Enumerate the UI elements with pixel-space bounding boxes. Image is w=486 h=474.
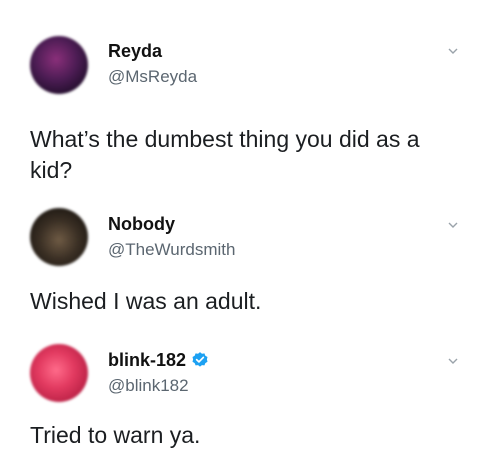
display-name-row: blink-182 [108, 350, 209, 371]
verified-badge-icon [192, 352, 208, 367]
avatar[interactable] [30, 344, 88, 402]
tweet-text: Tried to warn ya. [30, 422, 201, 448]
display-name[interactable]: blink-182 [108, 350, 186, 370]
handle[interactable]: @MsReyda [108, 67, 197, 87]
tweet-2[interactable]: Nobody @TheWurdsmith Wished I was an adu… [0, 190, 486, 330]
chevron-down-icon[interactable] [448, 220, 458, 230]
tweet-text: Wished I was an adult. [30, 288, 262, 314]
display-name[interactable]: Reyda [108, 41, 162, 62]
handle[interactable]: @TheWurdsmith [108, 240, 235, 260]
avatar[interactable] [30, 208, 88, 266]
chevron-down-icon[interactable] [448, 356, 458, 366]
handle[interactable]: @blink182 [108, 376, 189, 396]
tweet-1[interactable]: Reyda @MsReyda What’s the dumbest thing … [0, 0, 486, 190]
avatar[interactable] [30, 36, 88, 94]
display-name[interactable]: Nobody [108, 214, 175, 235]
tweet-3[interactable]: blink-182 @blink182 Tried to warn ya. [0, 330, 486, 474]
tweet-text: What’s the dumbest thing you did as a ki… [30, 126, 420, 183]
chevron-down-icon[interactable] [448, 46, 458, 56]
